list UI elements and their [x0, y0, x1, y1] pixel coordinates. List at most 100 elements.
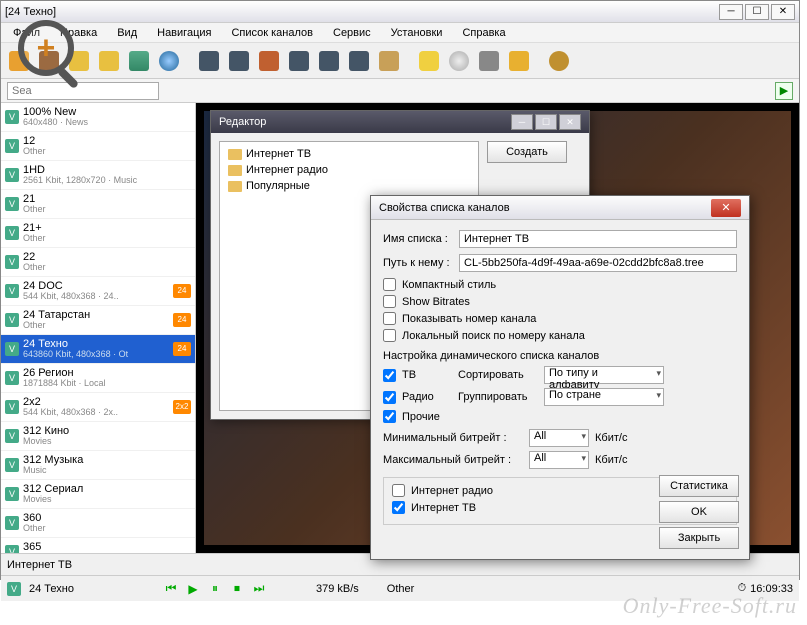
channel-item[interactable]: V2x2544 Kbit, 480x368 · 2x..2x2	[1, 393, 195, 422]
channel-v-icon: V	[5, 400, 19, 414]
channel-subtitle: 544 Kbit, 480x368 · 24..	[23, 292, 173, 302]
tool-record[interactable]	[415, 47, 443, 75]
channel-item[interactable]: V12Other	[1, 132, 195, 161]
menu-help[interactable]: Справка	[458, 25, 509, 40]
menu-channel-list[interactable]: Список каналов	[227, 25, 317, 40]
tool-monitor-4[interactable]	[315, 47, 343, 75]
channel-v-icon: V	[5, 110, 19, 124]
close-button[interactable]: ✕	[771, 4, 795, 20]
prev-button[interactable]: ⏮	[162, 580, 180, 598]
channel-item[interactable]: V1HD2561 Kbit, 1280x720 · Music	[1, 161, 195, 190]
radio-checkbox[interactable]	[383, 391, 396, 404]
inettv-checkbox[interactable]	[392, 501, 405, 514]
maxbitrate-combo[interactable]: All	[529, 451, 589, 469]
tool-trophy[interactable]	[505, 47, 533, 75]
tool-monitor-5[interactable]	[345, 47, 373, 75]
tool-refresh[interactable]	[125, 47, 153, 75]
tool-film[interactable]	[35, 47, 63, 75]
shownum-checkbox[interactable]	[383, 312, 396, 325]
channel-item[interactable]: V312 СериалMovies	[1, 480, 195, 509]
channel-item[interactable]: V22Other	[1, 248, 195, 277]
channel-item[interactable]: V365Movies	[1, 538, 195, 553]
menu-file[interactable]: Файл	[9, 25, 44, 40]
listname-input[interactable]	[459, 230, 737, 248]
tool-globe[interactable]	[155, 47, 183, 75]
other-label: Прочие	[402, 411, 440, 423]
channel-v-icon: V	[5, 168, 19, 182]
editor-titlebar[interactable]: Редактор ─ ☐ ✕	[211, 111, 589, 133]
properties-close[interactable]: ✕	[711, 199, 741, 217]
menu-view[interactable]: Вид	[113, 25, 141, 40]
channel-subtitle: 643860 Kbit, 480x368 · Ot	[23, 350, 173, 360]
ok-button[interactable]: OK	[659, 501, 739, 523]
channel-item[interactable]: V24 ТатарстанOther24	[1, 306, 195, 335]
folder-icon	[228, 181, 242, 192]
channel-text: 26 Регион1871884 Kbit · Local	[23, 367, 191, 389]
close-dlg-button[interactable]: Закрыть	[659, 527, 739, 549]
tv-checkbox[interactable]	[383, 369, 396, 382]
editor-maximize[interactable]: ☐	[535, 114, 557, 130]
tool-disc[interactable]	[445, 47, 473, 75]
group-combo[interactable]: По стране	[544, 388, 664, 406]
channel-badge: 24	[173, 284, 191, 298]
editor-close[interactable]: ✕	[559, 114, 581, 130]
tool-monitor-2[interactable]	[225, 47, 253, 75]
properties-titlebar[interactable]: Свойства списка каналов ✕	[371, 196, 749, 220]
tree-item[interactable]: Интернет радио	[224, 162, 474, 178]
bitrates-checkbox[interactable]	[383, 295, 396, 308]
other-checkbox[interactable]	[383, 410, 396, 423]
create-button[interactable]: Создать	[487, 141, 567, 163]
menu-navigation[interactable]: Навигация	[153, 25, 215, 40]
tool-3d[interactable]	[255, 47, 283, 75]
properties-dialog: Свойства списка каналов ✕ Имя списка : П…	[370, 195, 750, 560]
menu-service[interactable]: Сервис	[329, 25, 375, 40]
inetradio-checkbox[interactable]	[392, 484, 405, 497]
play-button[interactable]: ▶	[775, 82, 793, 100]
tool-back[interactable]	[65, 47, 93, 75]
compact-checkbox[interactable]	[383, 278, 396, 291]
search-input[interactable]	[7, 82, 159, 100]
channel-v-icon: V	[5, 284, 19, 298]
channel-item[interactable]: V24 DOC544 Kbit, 480x368 · 24..24	[1, 277, 195, 306]
channel-item[interactable]: V21Other	[1, 190, 195, 219]
minbitrate-combo[interactable]: All	[529, 429, 589, 447]
channel-item[interactable]: V24 Техно643860 Kbit, 480x368 · Ot24	[1, 335, 195, 364]
maximize-button[interactable]: ☐	[745, 4, 769, 20]
menu-settings[interactable]: Установки	[387, 25, 447, 40]
listname-label: Имя списка :	[383, 233, 453, 245]
tree-item[interactable]: Интернет ТВ	[224, 146, 474, 162]
channel-list[interactable]: V100% New640x480 · NewsV12OtherV1HD2561 …	[1, 103, 196, 553]
channel-item[interactable]: V100% New640x480 · News	[1, 103, 195, 132]
menu-edit[interactable]: Правка	[56, 25, 101, 40]
tool-open[interactable]	[5, 47, 33, 75]
play-ctrl-button[interactable]: ▶	[184, 580, 202, 598]
tool-monitor-3[interactable]	[285, 47, 313, 75]
tool-forward[interactable]	[95, 47, 123, 75]
channel-v-icon: V	[5, 371, 19, 385]
channel-subtitle: Other	[23, 263, 191, 273]
editor-minimize[interactable]: ─	[511, 114, 533, 130]
minimize-button[interactable]: ─	[719, 4, 743, 20]
stats-button[interactable]: Статистика	[659, 475, 739, 497]
next-button[interactable]: ⏭	[250, 580, 268, 598]
channel-item[interactable]: V 26 Регион1871884 Kbit · Local	[1, 364, 195, 393]
channel-item[interactable]: V312 КиноMovies	[1, 422, 195, 451]
channel-subtitle: Other	[23, 205, 191, 215]
tool-box[interactable]	[375, 47, 403, 75]
tree-item[interactable]: Популярные	[224, 178, 474, 194]
bitrates-label: Show Bitrates	[402, 296, 470, 308]
channel-text: 312 КиноMovies	[23, 425, 191, 447]
channel-item[interactable]: V360Other	[1, 509, 195, 538]
sort-combo[interactable]: По типу и алфавиту	[544, 366, 664, 384]
bitrate-display: 379 kB/s	[316, 583, 359, 595]
compact-label: Компактный стиль	[402, 279, 496, 291]
pause-button[interactable]: ⏸	[206, 580, 224, 598]
tool-speaker[interactable]	[475, 47, 503, 75]
channel-item[interactable]: V312 МузыкаMusic	[1, 451, 195, 480]
stop-button[interactable]: ⏹	[228, 580, 246, 598]
path-input[interactable]	[459, 254, 737, 272]
channel-item[interactable]: V21+Other	[1, 219, 195, 248]
tool-monitor-1[interactable]	[195, 47, 223, 75]
tool-gear[interactable]	[545, 47, 573, 75]
localsearch-checkbox[interactable]	[383, 329, 396, 342]
